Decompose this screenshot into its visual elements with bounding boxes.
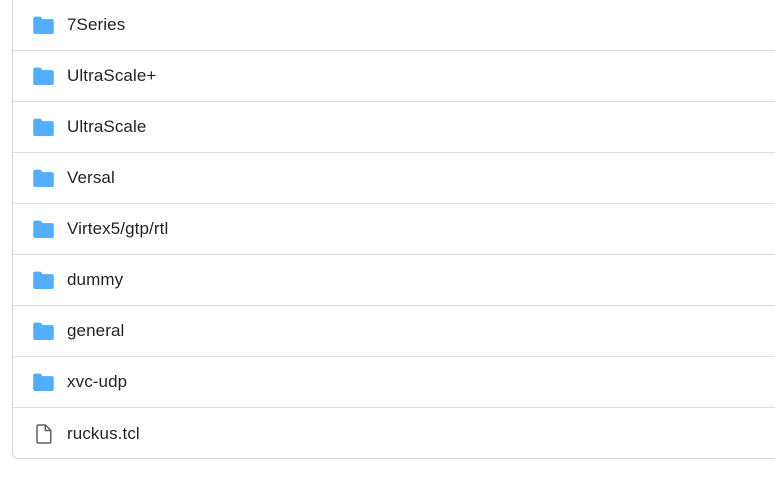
folder-icon [33, 321, 54, 342]
file-row-ultrascale[interactable]: UltraScale [13, 102, 775, 153]
file-row-ultrascale-plus[interactable]: UltraScale+ [13, 51, 775, 102]
file-row-7series[interactable]: 7Series [13, 0, 775, 51]
entry-name[interactable]: Virtex5/gtp/rtl [67, 219, 168, 239]
entry-name[interactable]: 7Series [67, 15, 125, 35]
folder-icon [33, 168, 54, 189]
entry-name[interactable]: UltraScale+ [67, 66, 156, 86]
file-list: 7Series UltraScale+ UltraScale Versal Vi… [12, 0, 775, 459]
folder-icon [33, 219, 54, 240]
folder-icon [33, 66, 54, 87]
entry-name[interactable]: Versal [67, 168, 115, 188]
folder-icon [33, 117, 54, 138]
file-icon [33, 423, 54, 444]
folder-icon [33, 270, 54, 291]
entry-name[interactable]: dummy [67, 270, 123, 290]
file-row-ruckus-tcl[interactable]: ruckus.tcl [13, 408, 775, 458]
entry-name[interactable]: ruckus.tcl [67, 424, 140, 444]
entry-name[interactable]: UltraScale [67, 117, 146, 137]
folder-icon [33, 15, 54, 36]
entry-name[interactable]: general [67, 321, 124, 341]
file-row-virtex5-gtp-rtl[interactable]: Virtex5/gtp/rtl [13, 204, 775, 255]
folder-icon [33, 372, 54, 393]
file-row-versal[interactable]: Versal [13, 153, 775, 204]
file-row-general[interactable]: general [13, 306, 775, 357]
file-row-xvc-udp[interactable]: xvc-udp [13, 357, 775, 408]
file-row-dummy[interactable]: dummy [13, 255, 775, 306]
entry-name[interactable]: xvc-udp [67, 372, 127, 392]
